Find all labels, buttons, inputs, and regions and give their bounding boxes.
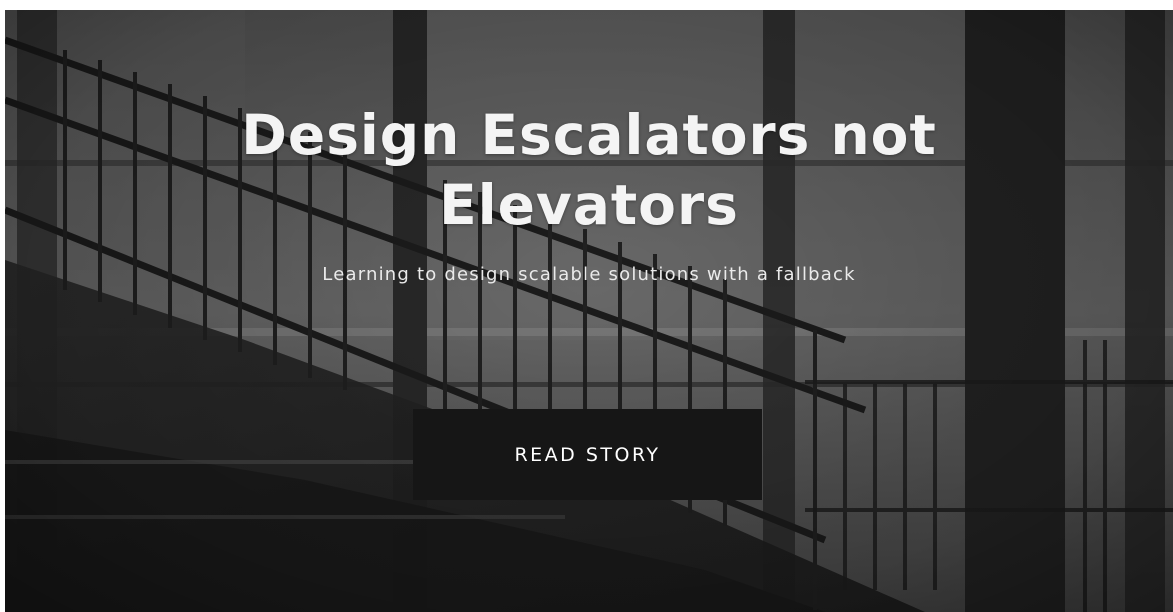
hero-subtitle: Learning to design scalable solutions wi… (322, 264, 856, 285)
hero-title: Design Escalators not Elevators (241, 103, 937, 237)
hero-content: Design Escalators not Elevators Learning… (5, 10, 1173, 612)
hero-section: Design Escalators not Elevators Learning… (5, 10, 1173, 612)
read-story-button[interactable]: READ STORY (413, 409, 762, 500)
